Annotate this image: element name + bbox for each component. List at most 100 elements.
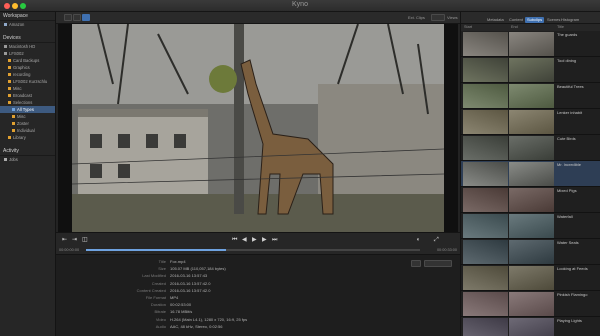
sidebar-item-device[interactable]: Graphics xyxy=(0,64,55,71)
mark-out-icon[interactable]: ⇥ xyxy=(72,237,77,243)
start-thumbnail[interactable] xyxy=(463,162,508,186)
tab-subclips[interactable]: Subclips xyxy=(525,17,545,23)
window-title: Kyno xyxy=(292,1,308,8)
play-icon[interactable]: ▶ xyxy=(252,237,257,243)
column-end[interactable]: End xyxy=(511,25,518,29)
info-row: Video H.264 (Main L4.1), 1280 x 720, 16:9… xyxy=(56,317,460,323)
step-back-icon[interactable]: ◀ xyxy=(242,237,247,243)
start-thumbnail[interactable] xyxy=(463,214,508,238)
grid-view-button[interactable] xyxy=(64,14,72,21)
end-thumbnail[interactable] xyxy=(509,266,554,290)
subclip-row[interactable]: The guards xyxy=(461,31,600,57)
sidebar-item-device[interactable]: recording xyxy=(0,71,55,78)
sidebar-item-device[interactable]: Card Backups xyxy=(0,57,55,64)
tab-content[interactable]: Content xyxy=(507,17,525,23)
end-thumbnail[interactable] xyxy=(509,32,554,56)
start-thumbnail[interactable] xyxy=(463,32,508,56)
folder-icon xyxy=(8,94,11,98)
folder-icon xyxy=(4,23,7,27)
sidebar-item-device[interactable]: Selections xyxy=(0,99,55,106)
activity-jobs[interactable]: Jobs xyxy=(0,156,55,163)
sidebar-item-label: Individual xyxy=(17,128,35,133)
info-key: Bitrate xyxy=(154,309,166,315)
sidebar-item-label: Card Backups xyxy=(13,58,40,63)
volume-icon[interactable]: ◖ xyxy=(416,237,420,243)
tab-metadata[interactable]: Metadata xyxy=(485,17,506,23)
info-row: Title Fox.mp4 xyxy=(56,259,460,265)
subclip-row[interactable]: Beautiful Trees xyxy=(461,83,600,109)
column-start[interactable]: Start xyxy=(464,25,472,29)
end-thumbnail[interactable] xyxy=(509,240,554,264)
mark-in-icon[interactable]: ⇤ xyxy=(62,237,67,243)
info-key: Last Modified xyxy=(142,273,166,279)
sidebar-item-device[interactable]: Individual xyxy=(0,127,55,134)
info-row: Audio AAC, 48 kHz, Stereo, 0:02:56 xyxy=(56,324,460,330)
player-controls: ⇤ ⇥ ◫ ⏮ ◀ ▶ ▶ ⏭ ◖ ⤢ 00:00:00:00 00:00:33… xyxy=(56,232,460,254)
start-thumbnail[interactable] xyxy=(463,84,508,108)
subclip-title: The guards xyxy=(557,32,578,37)
start-thumbnail[interactable] xyxy=(463,58,508,82)
tab-histogram[interactable]: Histogram xyxy=(559,17,581,23)
sidebar-item-device[interactable]: Misc xyxy=(0,113,55,120)
end-thumbnail[interactable] xyxy=(509,110,554,134)
fullscreen-icon[interactable]: ⤢ xyxy=(434,237,439,243)
start-thumbnail[interactable] xyxy=(463,136,508,160)
sidebar-item-device[interactable]: Macintosh HD xyxy=(0,43,55,50)
sidebar-item-device[interactable]: Zoster xyxy=(0,120,55,127)
column-title[interactable]: Title xyxy=(557,25,564,29)
step-forward-icon[interactable]: ▶ xyxy=(262,237,267,243)
skip-forward-icon[interactable]: ⏭ xyxy=(272,237,277,243)
folder-icon xyxy=(12,122,15,126)
filter-dropdown[interactable] xyxy=(431,14,445,21)
info-value: 16.78 MBit/s xyxy=(170,309,193,315)
info-key: Size xyxy=(158,266,166,272)
subclip-title: Beautiful Trees xyxy=(557,84,584,89)
sidebar-item-device[interactable]: Library xyxy=(0,134,55,141)
subclip-title: Water Seals xyxy=(557,240,579,245)
subclip-icon[interactable]: ◫ xyxy=(82,237,88,243)
end-thumbnail[interactable] xyxy=(509,292,554,316)
start-thumbnail[interactable] xyxy=(463,318,508,336)
start-thumbnail[interactable] xyxy=(463,240,508,264)
subclip-row[interactable]: Cute Birds xyxy=(461,135,600,161)
subclip-row[interactable]: Mixed Pigs xyxy=(461,187,600,213)
settings-button[interactable] xyxy=(411,260,421,267)
subclip-row[interactable]: Lenker inhabit xyxy=(461,109,600,135)
jobs-icon xyxy=(4,158,7,162)
end-thumbnail[interactable] xyxy=(509,136,554,160)
list-view-button[interactable] xyxy=(73,14,81,21)
start-thumbnail[interactable] xyxy=(463,188,508,212)
subclip-title: Mixed Pigs xyxy=(557,188,577,193)
subclip-row[interactable]: Water Seals xyxy=(461,239,600,265)
filter-label[interactable]: Ext. Clips xyxy=(408,15,425,20)
subclip-row[interactable]: Looking at Feeds xyxy=(461,265,600,291)
sidebar-item-device[interactable]: LFS002 xyxy=(0,50,55,57)
subclip-row[interactable]: Waterfall xyxy=(461,213,600,239)
scrub-bar[interactable] xyxy=(86,249,420,251)
subclip-row[interactable]: Tool dining xyxy=(461,57,600,83)
subclip-row[interactable]: Playing Lights xyxy=(461,317,600,336)
end-thumbnail[interactable] xyxy=(509,162,554,186)
skip-back-icon[interactable]: ⏮ xyxy=(232,237,237,243)
subclip-row[interactable]: Mr. Incredible xyxy=(461,161,600,187)
sidebar-item-device[interactable]: Broadcast xyxy=(0,92,55,99)
info-panel: Title Fox.mp4 Size 105.07 MB (110,057,184 b… xyxy=(56,254,460,336)
end-thumbnail[interactable] xyxy=(509,318,554,336)
end-thumbnail[interactable] xyxy=(509,188,554,212)
video-player[interactable] xyxy=(58,24,458,232)
view-label[interactable]: Views xyxy=(447,15,458,20)
sidebar-item-device[interactable]: Misc xyxy=(0,85,55,92)
preset-dropdown[interactable] xyxy=(424,260,452,267)
end-thumbnail[interactable] xyxy=(509,214,554,238)
sidebar-item-label: Misc xyxy=(13,86,22,91)
workspace-item[interactable]: Amazon xyxy=(0,21,55,28)
end-thumbnail[interactable] xyxy=(509,84,554,108)
start-thumbnail[interactable] xyxy=(463,110,508,134)
player-view-button[interactable] xyxy=(82,14,90,21)
end-thumbnail[interactable] xyxy=(509,58,554,82)
start-thumbnail[interactable] xyxy=(463,292,508,316)
sidebar-item-device[interactable]: LFS002 Kurzschlu xyxy=(0,78,55,85)
sidebar-item-device[interactable]: All Types xyxy=(0,106,55,113)
start-thumbnail[interactable] xyxy=(463,266,508,290)
subclip-row[interactable]: Pinkish Flamingo xyxy=(461,291,600,317)
